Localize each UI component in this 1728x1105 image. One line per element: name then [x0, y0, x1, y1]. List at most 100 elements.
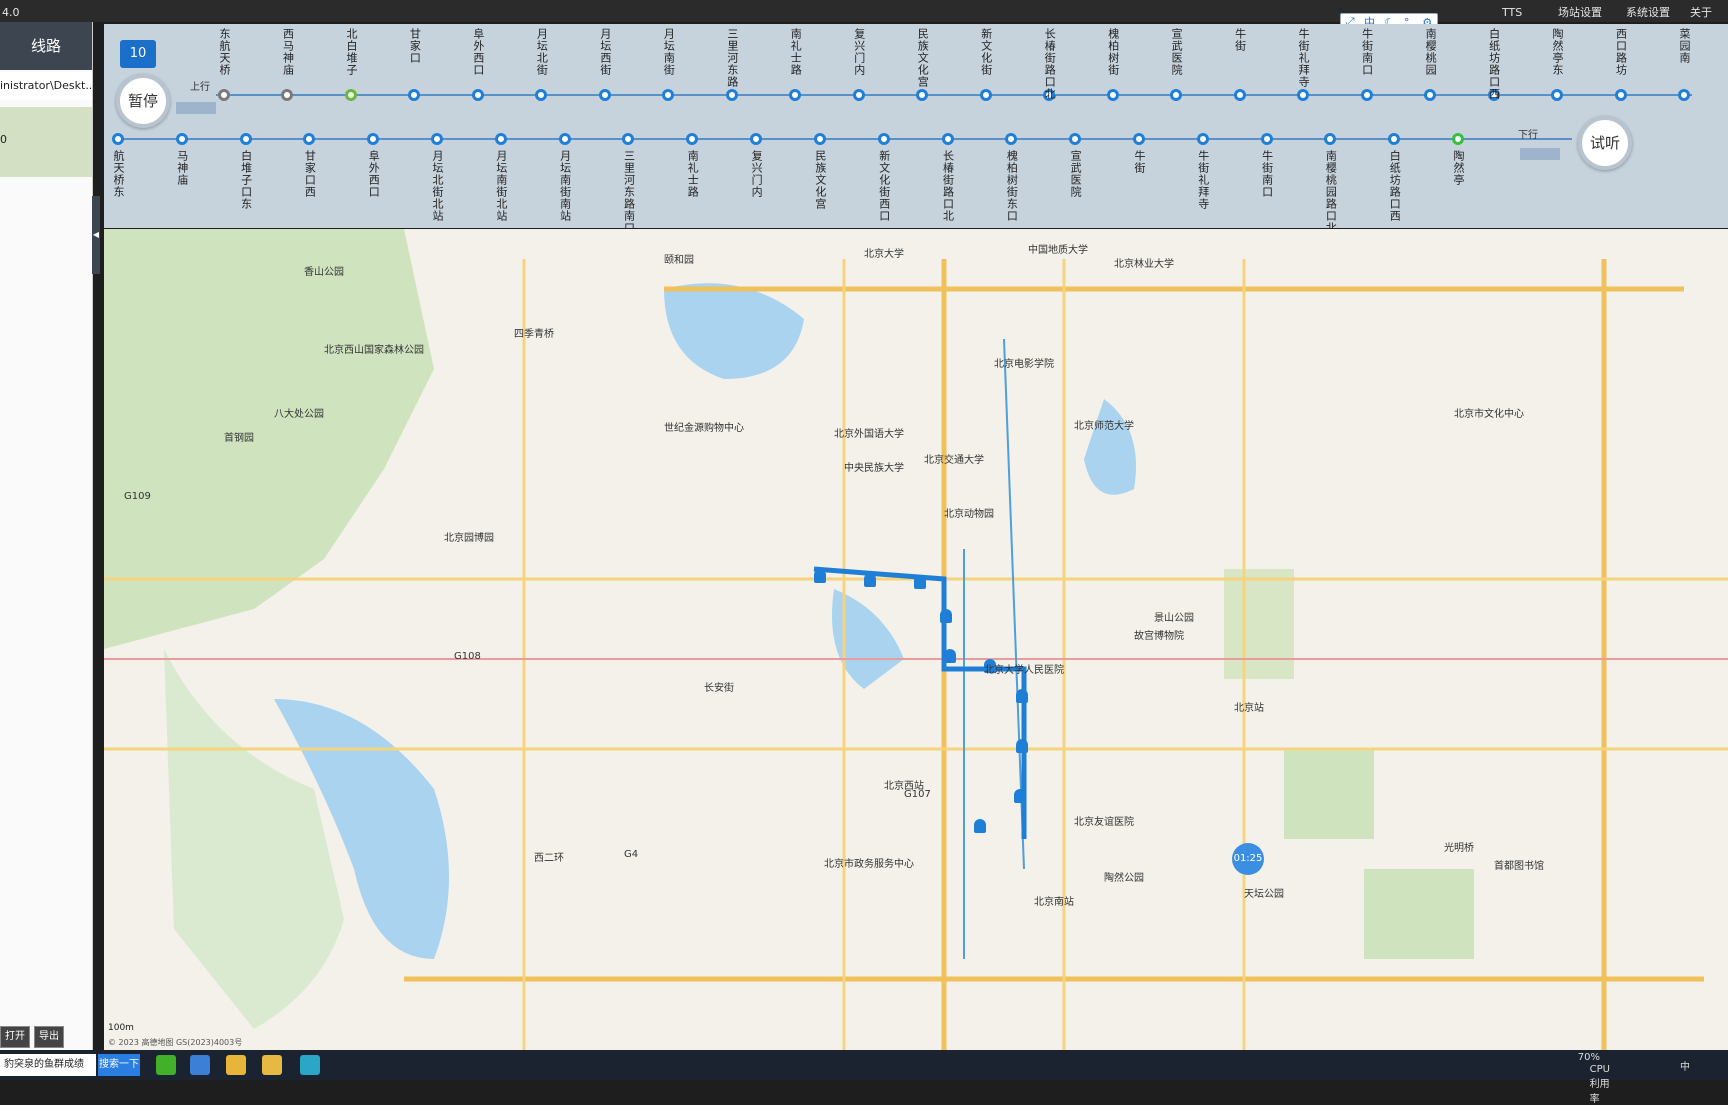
up-stop-dot[interactable]	[1297, 89, 1310, 101]
selected-route-item[interactable]: 0	[0, 107, 92, 177]
down-stop-dot[interactable]	[1069, 133, 1082, 145]
up-stop-label: 三里河东路	[725, 28, 739, 88]
up-stop-label: 菜园南	[1678, 28, 1691, 64]
up-stop-label: 牛街南口	[1360, 28, 1374, 76]
down-stop-dot[interactable]	[367, 133, 380, 145]
up-stop-dot[interactable]	[408, 89, 421, 101]
down-stop-dot[interactable]	[750, 133, 763, 145]
up-stop-dot[interactable]	[789, 89, 802, 101]
pause-button[interactable]: 暂停	[116, 74, 170, 128]
listen-button[interactable]: 试听	[1578, 116, 1632, 170]
map-stop-marker[interactable]	[914, 575, 926, 589]
map-stop-marker[interactable]	[864, 573, 876, 587]
folder-icon[interactable]	[262, 1055, 282, 1075]
taskbar: 豹突泉的鱼群成绩 搜索一下 70% CPU利用率 中	[0, 1050, 1728, 1105]
down-stop-label: 白堆子口东	[239, 150, 253, 210]
map-stop-marker[interactable]	[814, 569, 826, 583]
app-icon[interactable]	[156, 1055, 176, 1075]
map-view[interactable]: 北京大学 中国地质大学 北京林业大学 香山公园 颐和园 北京西山国家森林公园 四季青桥 八大处…	[104, 229, 1728, 1050]
down-stop-dot[interactable]	[1324, 133, 1337, 145]
down-stop-dot[interactable]	[1452, 133, 1464, 145]
up-stop-dot[interactable]	[1424, 89, 1437, 101]
map-place-label: G107	[904, 789, 931, 800]
up-stop-dot[interactable]	[535, 89, 548, 101]
up-stop-dot[interactable]	[1360, 89, 1373, 101]
down-stop-dot[interactable]	[494, 133, 507, 145]
menu-about[interactable]: 关于	[1690, 0, 1712, 22]
down-stop-dot[interactable]	[1005, 133, 1018, 145]
map-stop-marker[interactable]	[1014, 789, 1026, 803]
up-stop-label: 北白堆子	[344, 28, 358, 76]
taskbar-search-button[interactable]: 搜索一下	[98, 1054, 140, 1076]
down-stop-dot[interactable]	[622, 133, 635, 145]
down-stop-dot[interactable]	[239, 133, 252, 145]
down-stop-dot[interactable]	[112, 133, 124, 145]
up-stop-dot[interactable]	[1170, 89, 1183, 101]
up-stop-dot[interactable]	[281, 89, 294, 101]
map-place-label: G4	[624, 849, 639, 860]
menu-system-settings[interactable]: 系统设置	[1626, 0, 1670, 22]
down-stop-dot[interactable]	[1260, 133, 1273, 145]
up-stop-dot[interactable]	[662, 89, 675, 101]
down-stop-label: 航天桥东	[112, 150, 125, 198]
map-stop-marker[interactable]	[940, 609, 952, 623]
down-direction-label: 下行	[1518, 130, 1538, 141]
down-stop-dot[interactable]	[431, 133, 444, 145]
up-stop-dot[interactable]	[1106, 89, 1119, 101]
map-place-label: G108	[454, 651, 481, 662]
map-place-label: 中央民族大学	[844, 463, 904, 474]
up-stop-dot[interactable]	[1614, 89, 1627, 101]
up-stop-dot[interactable]	[1551, 89, 1564, 101]
map-place-label: 天坛公园	[1244, 889, 1284, 900]
ime-indicator[interactable]: 中	[1680, 1058, 1690, 1073]
up-stop-dot[interactable]	[1233, 89, 1246, 101]
up-stop-dot[interactable]	[852, 89, 865, 101]
app-icon[interactable]	[226, 1055, 246, 1075]
up-stop-label: 陶然亭东	[1551, 28, 1565, 76]
menu-tts[interactable]: TTS	[1502, 0, 1522, 22]
up-stop-dot[interactable]	[218, 89, 230, 101]
up-stop-dot[interactable]	[344, 89, 357, 101]
up-stop-label: 宣武医院	[1170, 28, 1184, 76]
up-stop-dot[interactable]	[598, 89, 611, 101]
menu-station-settings[interactable]: 场站设置	[1558, 0, 1602, 22]
map-stop-marker[interactable]	[974, 819, 986, 833]
map-place-label: 北京电影学院	[994, 359, 1054, 370]
down-stop-dot[interactable]	[1388, 133, 1401, 145]
down-stop-label: 南樱桃园路口北	[1324, 150, 1338, 234]
down-stop-dot[interactable]	[941, 133, 954, 145]
down-stop-dot[interactable]	[813, 133, 826, 145]
map-place-label: 北京交通大学	[924, 455, 984, 466]
sidebar-bottom-bar: 打开 导出	[0, 1024, 92, 1050]
taskbar-search-input[interactable]: 豹突泉的鱼群成绩	[0, 1054, 96, 1076]
up-stop-label: 月坛西街	[598, 28, 612, 76]
active-app-icon[interactable]	[300, 1055, 320, 1075]
open-button[interactable]: 打开	[0, 1026, 30, 1048]
down-stop-dot[interactable]	[877, 133, 890, 145]
down-stop-dot[interactable]	[1132, 133, 1145, 145]
up-stop-dot[interactable]	[979, 89, 992, 101]
map-stop-marker[interactable]	[1016, 689, 1028, 703]
up-stop-dot[interactable]	[916, 89, 929, 101]
down-stop-dot[interactable]	[175, 133, 188, 145]
down-stop-dot[interactable]	[686, 133, 699, 145]
map-stop-marker[interactable]	[1016, 739, 1028, 753]
up-stop-dot[interactable]	[725, 89, 738, 101]
collapse-handle[interactable]: ◀	[92, 196, 100, 274]
map-place-label: 首钢园	[224, 433, 254, 444]
down-stop-dot[interactable]	[1196, 133, 1209, 145]
down-arrow-icon	[1520, 148, 1560, 160]
browser-icon[interactable]	[190, 1055, 210, 1075]
down-stop-dot[interactable]	[303, 133, 316, 145]
map-place-label: 陶然公园	[1104, 873, 1144, 884]
up-stop-dot[interactable]	[1678, 89, 1690, 101]
up-stop-label: 西马神庙	[281, 28, 295, 76]
up-stop-label: 阜外西口	[471, 28, 485, 76]
export-button[interactable]: 导出	[34, 1026, 64, 1048]
map-place-label: 西二环	[534, 853, 564, 864]
map-stop-marker[interactable]	[944, 649, 956, 663]
down-stop-label: 槐柏树街东口	[1005, 150, 1019, 222]
down-stop-dot[interactable]	[558, 133, 571, 145]
up-stop-dot[interactable]	[471, 89, 484, 101]
tab-route[interactable]: 线路	[0, 22, 92, 70]
